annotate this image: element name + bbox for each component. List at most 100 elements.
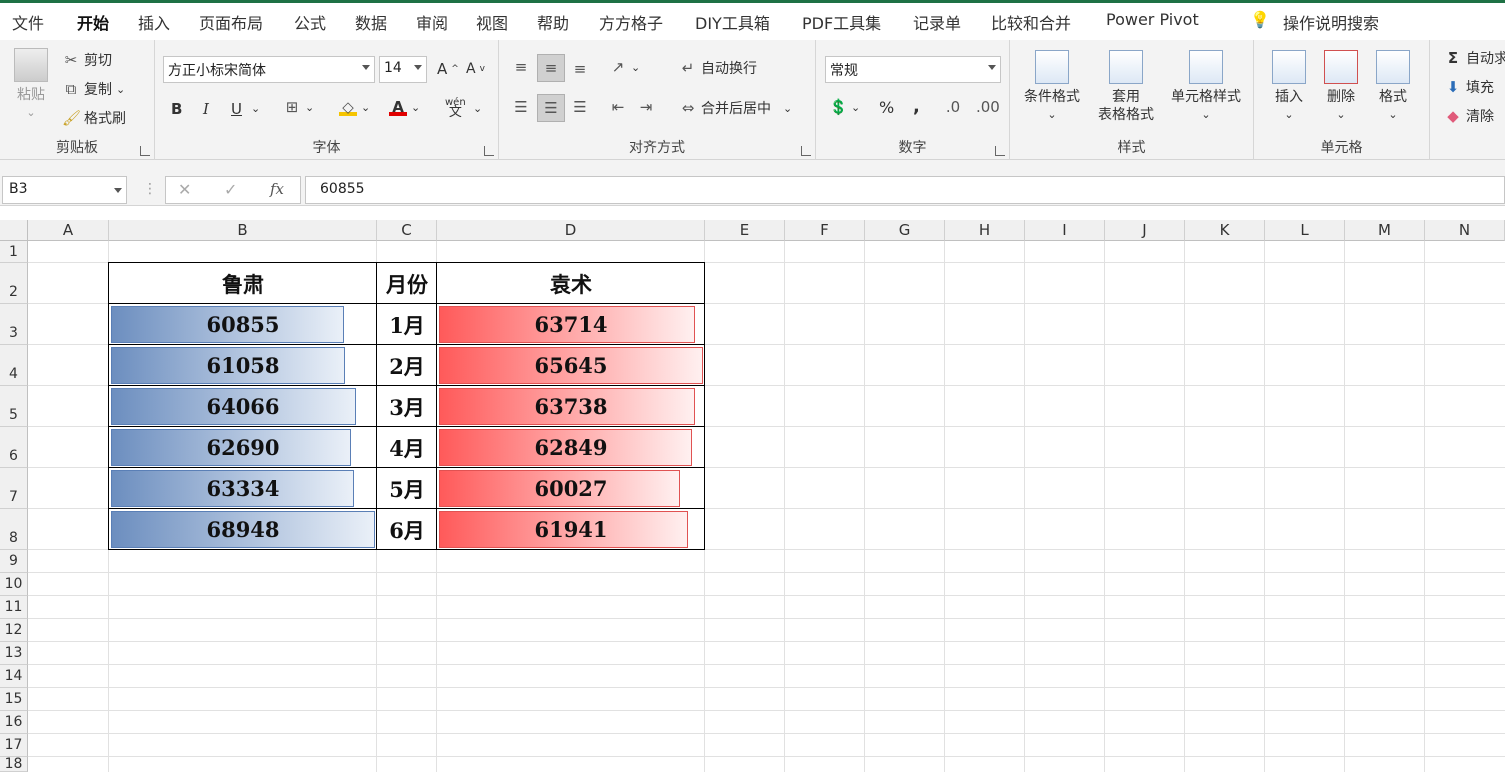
alignment-launcher-icon[interactable]: [801, 146, 811, 156]
column-header-f[interactable]: F: [785, 220, 865, 241]
cell-b8[interactable]: 68948: [109, 509, 377, 550]
tab-insert[interactable]: 插入: [138, 10, 170, 34]
orientation-button[interactable]: ↗ ⌄: [609, 58, 641, 76]
row-header-5[interactable]: 5: [0, 386, 28, 427]
underline-dropdown-icon[interactable]: ⌄: [251, 102, 260, 115]
table-header-cell[interactable]: 月份: [377, 263, 437, 304]
format-as-table-button[interactable]: 套用 表格格式: [1086, 50, 1166, 124]
decrease-indent-button[interactable]: ⇤: [609, 98, 627, 116]
copy-button[interactable]: ⧉ 复制 ⌄: [62, 79, 126, 99]
cell-c5[interactable]: 3月: [377, 386, 437, 427]
column-header-a[interactable]: A: [28, 220, 109, 241]
column-header-n[interactable]: N: [1425, 220, 1505, 241]
align-top-button[interactable]: ≡: [512, 58, 530, 76]
font-color-button[interactable]: A ⌄: [389, 98, 420, 116]
increase-font-button[interactable]: A ^: [437, 60, 459, 78]
cell-d4[interactable]: 65645: [437, 345, 705, 386]
table-header-cell[interactable]: 袁术: [437, 263, 705, 304]
cell-styles-button[interactable]: 单元格样式 ⌄: [1164, 50, 1248, 124]
number-launcher-icon[interactable]: [995, 146, 1005, 156]
font-launcher-icon[interactable]: [484, 146, 494, 156]
tab-home[interactable]: 开始: [77, 10, 110, 43]
column-header-l[interactable]: L: [1265, 220, 1345, 241]
name-box[interactable]: B3: [2, 176, 127, 204]
insert-cells-button[interactable]: 插入 ⌄: [1266, 50, 1312, 124]
row-header-17[interactable]: 17: [0, 734, 28, 757]
tab-record[interactable]: 记录单: [913, 10, 961, 34]
tab-review[interactable]: 审阅: [416, 10, 448, 34]
tab-page-layout[interactable]: 页面布局: [199, 10, 263, 34]
align-center-button[interactable]: ☰: [537, 94, 565, 122]
tab-formulas[interactable]: 公式: [294, 10, 326, 34]
borders-button[interactable]: ⊞ ⌄: [283, 98, 315, 116]
cell-c3[interactable]: 1月: [377, 304, 437, 345]
underline-button[interactable]: U: [231, 100, 242, 118]
number-format-select[interactable]: 常规: [825, 56, 1001, 83]
row-header-4[interactable]: 4: [0, 345, 28, 386]
column-header-k[interactable]: K: [1185, 220, 1265, 241]
row-header-10[interactable]: 10: [0, 573, 28, 596]
tab-file[interactable]: 文件: [12, 10, 44, 34]
row-header-16[interactable]: 16: [0, 711, 28, 734]
column-header-g[interactable]: G: [865, 220, 945, 241]
clear-button[interactable]: ◆ 清除: [1444, 106, 1494, 126]
align-bottom-button[interactable]: ≡: [571, 60, 589, 78]
tab-power-pivot[interactable]: Power Pivot: [1106, 10, 1199, 29]
cell-d5[interactable]: 63738: [437, 386, 705, 427]
accounting-format-button[interactable]: 💲 ⌄: [829, 98, 860, 116]
tab-help[interactable]: 帮助: [537, 10, 569, 34]
row-header-6[interactable]: 6: [0, 427, 28, 468]
row-header-13[interactable]: 13: [0, 642, 28, 665]
cell-d3[interactable]: 63714: [437, 304, 705, 345]
tab-ffgz[interactable]: 方方格子: [599, 10, 663, 34]
bold-button[interactable]: B: [171, 100, 182, 118]
row-header-9[interactable]: 9: [0, 550, 28, 573]
cell-c4[interactable]: 2月: [377, 345, 437, 386]
format-cells-button[interactable]: 格式 ⌄: [1370, 50, 1416, 124]
cell-b7[interactable]: 63334: [109, 468, 377, 509]
row-header-12[interactable]: 12: [0, 619, 28, 642]
column-header-b[interactable]: B: [109, 220, 377, 241]
column-header-i[interactable]: I: [1025, 220, 1105, 241]
font-size-select[interactable]: 14: [379, 56, 427, 83]
cell-d6[interactable]: 62849: [437, 427, 705, 468]
cell-d8[interactable]: 61941: [437, 509, 705, 550]
table-header-cell[interactable]: 鲁肃: [109, 263, 377, 304]
cell-c7[interactable]: 5月: [377, 468, 437, 509]
fill-button[interactable]: ⬇ 填充: [1444, 77, 1494, 97]
decrease-decimal-button[interactable]: .00: [976, 98, 1000, 116]
conditional-formatting-button[interactable]: 条件格式 ⌄: [1018, 50, 1086, 124]
row-header-3[interactable]: 3: [0, 304, 28, 345]
decrease-font-button[interactable]: Av: [466, 61, 485, 77]
cell-b4[interactable]: 61058: [109, 345, 377, 386]
cell-c8[interactable]: 6月: [377, 509, 437, 550]
cell-b5[interactable]: 64066: [109, 386, 377, 427]
increase-decimal-button[interactable]: .0: [944, 98, 962, 116]
cancel-icon[interactable]: ✕: [178, 180, 191, 199]
font-name-select[interactable]: 方正小标宋简体: [163, 56, 375, 83]
column-header-m[interactable]: M: [1345, 220, 1425, 241]
italic-button[interactable]: I: [203, 100, 209, 118]
comma-button[interactable]: ,: [913, 96, 920, 117]
row-header-8[interactable]: 8: [0, 509, 28, 550]
insert-function-icon[interactable]: fx: [270, 180, 284, 198]
row-header-15[interactable]: 15: [0, 688, 28, 711]
formula-input[interactable]: 60855: [305, 176, 1505, 204]
column-header-h[interactable]: H: [945, 220, 1025, 241]
row-header-1[interactable]: 1: [0, 241, 28, 263]
cell-d7[interactable]: 60027: [437, 468, 705, 509]
select-all-corner[interactable]: [0, 220, 28, 241]
worksheet-grid[interactable]: ABCDEFGHIJKLMN 1 2 3 4 5 6 7 8 9 10 11 12 13 14 15 16 17…: [0, 206, 1505, 772]
cell-c6[interactable]: 4月: [377, 427, 437, 468]
tab-compare[interactable]: 比较和合并: [991, 10, 1071, 34]
wrap-text-button[interactable]: ↵ 自动换行: [679, 58, 757, 78]
tab-diy[interactable]: DIY工具箱: [695, 10, 770, 34]
enter-icon[interactable]: ✓: [224, 180, 237, 199]
tab-view[interactable]: 视图: [476, 10, 508, 34]
percent-button[interactable]: %: [879, 98, 894, 117]
fill-color-button[interactable]: ◇ ⌄: [339, 98, 370, 116]
row-header-7[interactable]: 7: [0, 468, 28, 509]
tab-pdf[interactable]: PDF工具集: [802, 10, 881, 34]
row-header-14[interactable]: 14: [0, 665, 28, 688]
increase-indent-button[interactable]: ⇥: [637, 98, 655, 116]
